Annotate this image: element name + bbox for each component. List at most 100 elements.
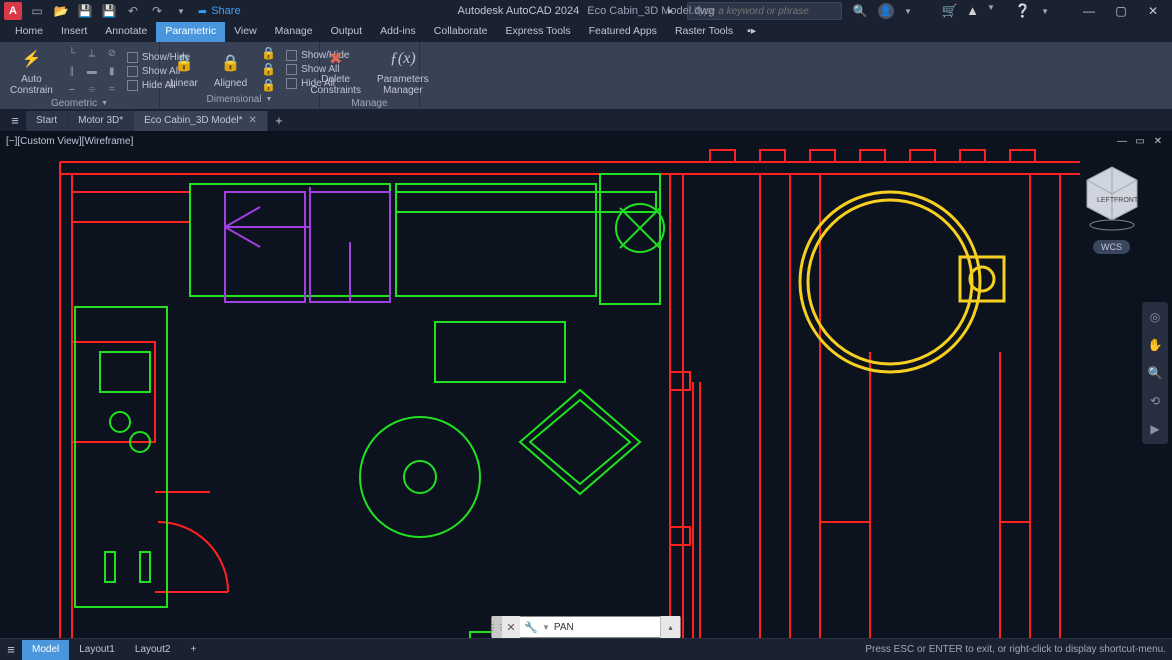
nav-showmotion-icon[interactable]: ▶ [1146,420,1164,438]
help-dropdown-icon[interactable]: ▼ [1041,7,1049,16]
constraint-parallel-icon[interactable]: ∥ [63,63,81,79]
aligned-label: Aligned [214,78,247,89]
drawing-canvas[interactable] [0,132,1172,660]
dim-icon-3[interactable]: 🔒 [261,78,276,92]
menu-overflow-icon[interactable]: ▪▸ [742,22,761,42]
menu-bar: Home Insert Annotate Parametric View Man… [0,22,1172,42]
linear-label: Linear [170,78,198,89]
new-icon[interactable]: ▭ [30,4,44,18]
menu-raster[interactable]: Raster Tools [666,22,742,42]
parameters-manager-button[interactable]: ƒ(x) Parameters Manager [371,44,435,98]
share-button[interactable]: ➦ Share [198,5,241,18]
linear-button[interactable]: 🔒 Linear [164,48,204,91]
nav-bar: ◎ ✋ 🔍 ⟲ ▶ [1142,302,1168,444]
file-tabs-menu-icon[interactable]: ≡ [4,111,26,131]
auto-constrain-icon: ⚡ [18,46,44,72]
auto-constrain-label: Auto Constrain [10,74,53,96]
constraint-perp-icon[interactable]: ⟂ [83,45,101,61]
help-icon[interactable]: ❔ [1015,3,1031,19]
search-input[interactable] [694,6,835,17]
cmd-grip-icon[interactable]: ⋮⋮ [492,616,502,638]
basket-icon[interactable]: 🛒 [942,3,958,19]
dim-icon-2[interactable]: 🔒 [261,62,276,76]
menu-annotate[interactable]: Annotate [96,22,156,42]
dim-icon-1[interactable]: 🔒 [261,46,276,60]
search-icon[interactable]: 🔍 [852,3,868,19]
tab-start[interactable]: Start [26,111,68,131]
qat-dropdown-icon[interactable]: ▼ [174,4,188,18]
add-layout-button[interactable]: + [180,640,206,660]
nav-orbit-icon[interactable]: ⟲ [1146,392,1164,410]
chevron-down-icon: ▼ [266,96,273,103]
ribbon: ⚡ Auto Constrain └ ⟂ ⊘ ∥ ▬ ▮ ⎯ ⌯ = Show/… [0,42,1172,110]
chevron-down-icon: ▼ [101,100,108,107]
aligned-button[interactable]: 🔒 Aligned [208,48,253,91]
viewcube[interactable]: LEFT FRONT [1082,162,1142,232]
menu-express[interactable]: Express Tools [496,22,579,42]
layout-menu-icon[interactable]: ≡ [0,640,22,660]
menu-manage[interactable]: Manage [266,22,322,42]
svg-text:LEFT: LEFT [1097,197,1115,204]
save-icon[interactable]: 💾 [78,4,92,18]
constraint-coincident-icon[interactable]: └ [63,45,81,61]
tab-close-icon[interactable]: ✕ [249,115,257,126]
user-icon[interactable]: 👤 [878,3,894,19]
menu-featured[interactable]: Featured Apps [580,22,666,42]
menu-output[interactable]: Output [322,22,372,42]
menu-collaborate[interactable]: Collaborate [425,22,497,42]
cmd-wrench-icon[interactable]: 🔧 [524,620,538,634]
delete-constraints-icon: ✖ [323,46,349,72]
parameters-manager-label: Parameters Manager [377,74,429,96]
user-dropdown-icon[interactable]: ▼ [904,7,912,16]
command-line[interactable]: ⋮⋮ ✕ 🔧 ▼ ▴ [491,616,681,638]
delete-constraints-button[interactable]: ✖ Delete Constraints [304,44,367,98]
drawing-area[interactable]: [−][Custom View][Wireframe] — ▭ ✕ [0,132,1172,660]
constraint-symmetric-icon[interactable]: ⌯ [83,81,101,97]
close-button[interactable]: ✕ [1138,0,1168,22]
tab-layout2[interactable]: Layout2 [125,640,181,660]
menu-addins[interactable]: Add-ins [371,22,425,42]
constraint-collinear-icon[interactable]: ⎯ [63,81,81,97]
tab-motor3d[interactable]: Motor 3D* [68,111,134,131]
menu-parametric[interactable]: Parametric [156,22,225,42]
cmd-history-icon[interactable]: ▴ [660,616,680,638]
undo-icon[interactable]: ↶ [126,4,140,18]
maximize-button[interactable]: ▢ [1106,0,1136,22]
minimize-button[interactable]: — [1074,0,1104,22]
title-text: Autodesk AutoCAD 2024 Eco Cabin_3D Model… [458,5,715,17]
status-hint: Press ESC or ENTER to exit, or right-cli… [865,644,1172,655]
redo-icon[interactable]: ↷ [150,4,164,18]
new-tab-button[interactable]: + [268,111,290,131]
auto-constrain-button[interactable]: ⚡ Auto Constrain [4,44,59,98]
nav-zoom-icon[interactable]: 🔍 [1146,364,1164,382]
nav-wheel-icon[interactable]: ◎ [1146,308,1164,326]
cmd-close-icon[interactable]: ✕ [502,616,520,638]
autodesk-icon[interactable]: ▲ [966,3,979,19]
command-input[interactable] [554,622,639,633]
tab-model[interactable]: Model [22,640,69,660]
menu-home[interactable]: Home [6,22,52,42]
open-icon[interactable]: 📂 [54,4,68,18]
linear-icon: 🔒 [171,50,197,76]
menu-view[interactable]: View [225,22,266,42]
app-logo[interactable]: A [4,2,22,20]
autodesk-dropdown-icon[interactable]: ▼ [987,3,995,19]
panel-dimensional: 🔒 Linear 🔒 Aligned 🔒 🔒 🔒 Show/Hide Show … [160,42,320,109]
nav-pan-icon[interactable]: ✋ [1146,336,1164,354]
constraint-tangent-icon[interactable]: ⊘ [103,45,121,61]
saveas-icon[interactable]: 💾 [102,4,116,18]
constraint-horizontal-icon[interactable]: ▬ [83,63,101,79]
svg-text:FRONT: FRONT [1114,197,1139,204]
constraint-vertical-icon[interactable]: ▮ [103,63,121,79]
cmd-options-icon[interactable]: ▼ [542,623,550,632]
panel-label-dimensional[interactable]: Dimensional▼ [164,94,315,107]
wcs-badge[interactable]: WCS [1093,240,1130,254]
delete-constraints-label: Delete Constraints [310,74,361,96]
constraint-equal-icon[interactable]: = [103,81,121,97]
menu-insert[interactable]: Insert [52,22,96,42]
tab-ecocabin[interactable]: Eco Cabin_3D Model*✕ [134,111,268,131]
tab-layout1[interactable]: Layout1 [69,640,125,660]
panel-manage: ✖ Delete Constraints ƒ(x) Parameters Man… [320,42,420,109]
panel-geometric: ⚡ Auto Constrain └ ⟂ ⊘ ∥ ▬ ▮ ⎯ ⌯ = Show/… [0,42,160,109]
panel-label-geometric[interactable]: Geometric▼ [4,98,155,111]
